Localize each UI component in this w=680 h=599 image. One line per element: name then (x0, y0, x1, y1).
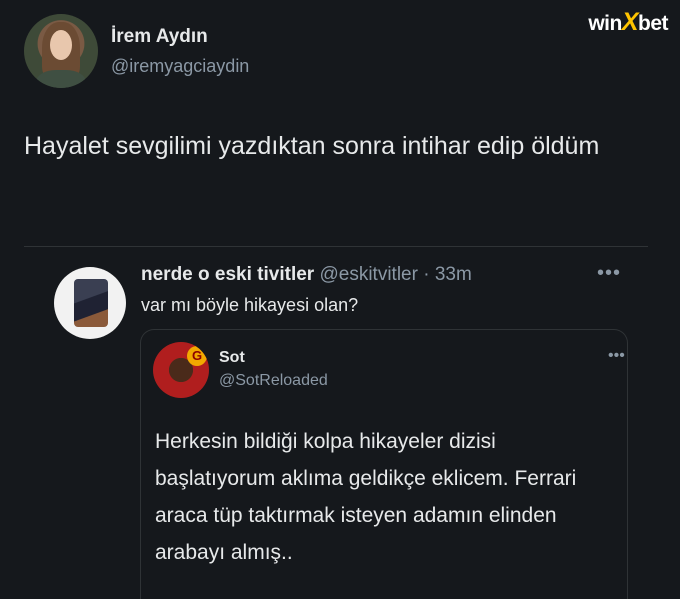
logo-part-x: X (621, 8, 639, 36)
logo-part-bet: bet (638, 12, 669, 35)
logo-part-win: win (588, 12, 622, 35)
author-display-name[interactable]: İrem Aydın (111, 26, 249, 48)
author-block: İrem Aydın @iremyagciaydin (111, 26, 249, 77)
quoted-text: var mı böyle hikayesi olan? (141, 295, 359, 315)
embedded-text: Herkesin bildiği kolpa hikayeler dizisi … (155, 430, 577, 564)
tweet-text: Hayalet sevgilimi yazdıktan sonra intiha… (24, 132, 600, 160)
watermark-logo: winXbet (588, 8, 668, 37)
avatar-figure (74, 279, 108, 327)
more-options-icon[interactable]: ••• (597, 262, 621, 285)
avatar-face (50, 30, 72, 60)
embedded-avatar[interactable]: G (153, 342, 209, 398)
embedded-display-name[interactable]: Sot (219, 349, 245, 367)
divider (24, 246, 648, 247)
quoted-avatar[interactable] (54, 267, 126, 339)
team-badge-icon: G (187, 346, 207, 366)
profile-avatar[interactable] (24, 14, 98, 88)
quoted-header: nerde o eski tivitler @eskitvitler · 33m (141, 264, 472, 286)
quoted-display-name[interactable]: nerde o eski tivitler (141, 264, 314, 285)
author-handle[interactable]: @iremyagciaydin (111, 56, 249, 77)
avatar-shirt (36, 70, 86, 88)
embedded-more-icon[interactable]: ••• (608, 347, 625, 365)
quoted-meta[interactable]: @eskitvitler · 33m (319, 264, 471, 285)
embedded-handle[interactable]: @SotReloaded (219, 372, 328, 390)
